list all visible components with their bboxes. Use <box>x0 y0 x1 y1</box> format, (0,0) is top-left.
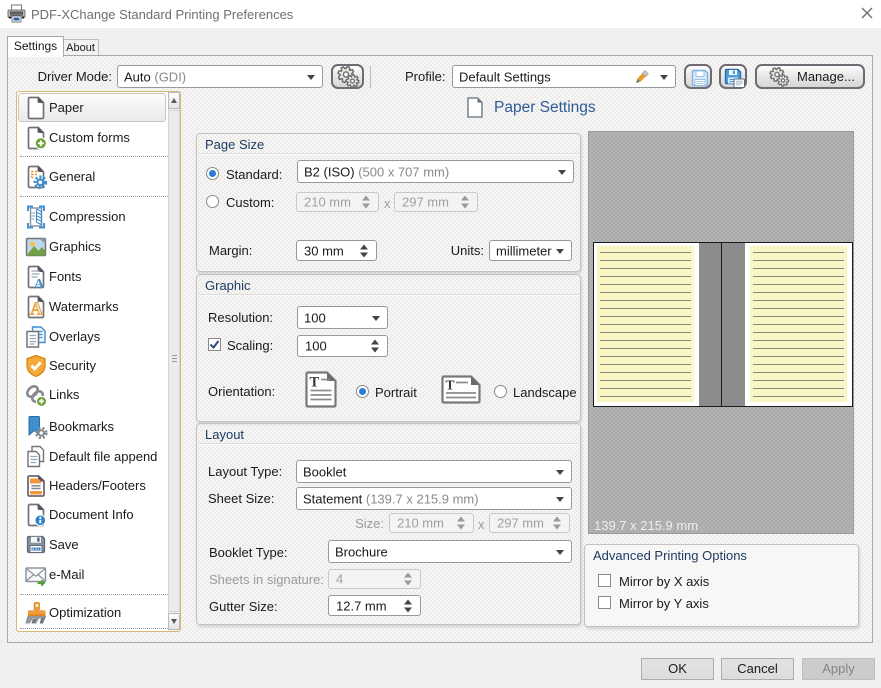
svg-text:A: A <box>30 299 43 319</box>
svg-text:T: T <box>446 378 455 393</box>
svg-text:A: A <box>34 277 45 289</box>
svg-text:a b c: a b c <box>32 547 39 551</box>
svg-text:T: T <box>310 375 320 391</box>
